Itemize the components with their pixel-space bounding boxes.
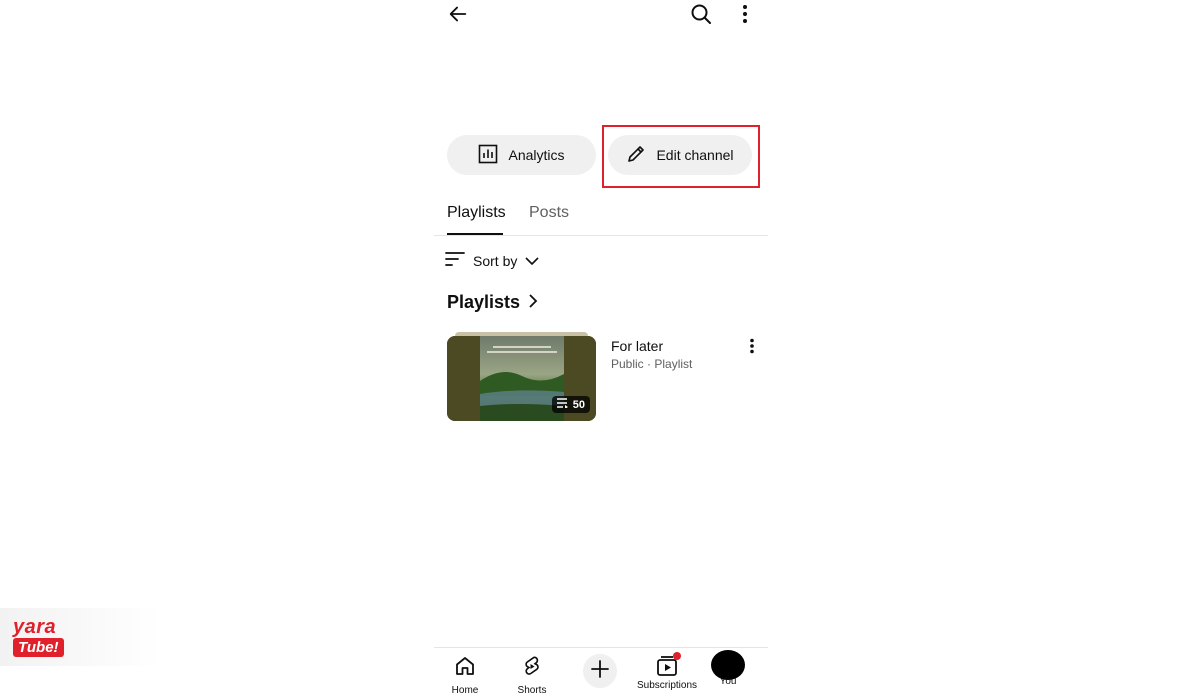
bottom-nav-divider <box>434 647 768 648</box>
nav-shorts-label: Shorts <box>517 685 547 696</box>
highlight-box <box>602 125 760 188</box>
chevron-down-icon <box>525 253 539 269</box>
playlist-meta: Public · Playlist <box>611 357 693 371</box>
chevron-right-icon <box>528 292 538 313</box>
create-button[interactable] <box>583 654 617 688</box>
playlist-title[interactable]: For later <box>611 338 663 354</box>
subscriptions-icon <box>655 652 681 678</box>
analytics-label: Analytics <box>508 147 565 163</box>
nav-home[interactable]: Home <box>430 654 500 696</box>
watermark-line1: yara <box>13 616 57 638</box>
playlist-thumbnail[interactable]: 50 <box>447 336 596 421</box>
tab-posts[interactable]: Posts <box>529 204 569 222</box>
watermark-line2: Tube! <box>13 638 64 657</box>
shorts-icon <box>520 654 544 683</box>
yaratube-watermark: yara Tube! <box>0 608 160 666</box>
back-arrow-icon[interactable] <box>444 0 472 28</box>
nav-you[interactable]: You <box>693 650 763 687</box>
bar-chart-icon <box>478 144 498 167</box>
tab-playlists[interactable]: Playlists <box>447 204 506 222</box>
more-vertical-icon[interactable] <box>731 0 759 28</box>
nav-shorts[interactable]: Shorts <box>497 654 567 696</box>
home-icon <box>453 654 477 683</box>
playlist-icon <box>556 398 569 411</box>
sort-by-label: Sort by <box>473 252 518 269</box>
nav-subscriptions-label: Subscriptions <box>636 680 698 691</box>
tabs-divider <box>434 235 768 236</box>
analytics-button[interactable]: Analytics <box>447 135 596 175</box>
sort-by-button[interactable]: Sort by <box>445 251 539 270</box>
playlists-section-title[interactable]: Playlists <box>447 292 538 313</box>
nav-you-label: You <box>719 676 737 687</box>
search-icon[interactable] <box>687 0 715 28</box>
video-count: 50 <box>572 398 585 411</box>
notification-dot <box>673 652 681 660</box>
section-title-label: Playlists <box>447 292 521 312</box>
video-count-badge: 50 <box>551 396 590 413</box>
playlist-more-icon[interactable] <box>738 332 766 360</box>
nav-home-label: Home <box>451 685 479 696</box>
nav-subscriptions[interactable]: Subscriptions <box>632 652 702 691</box>
plus-icon <box>590 659 610 684</box>
sort-lines-icon <box>445 251 465 270</box>
